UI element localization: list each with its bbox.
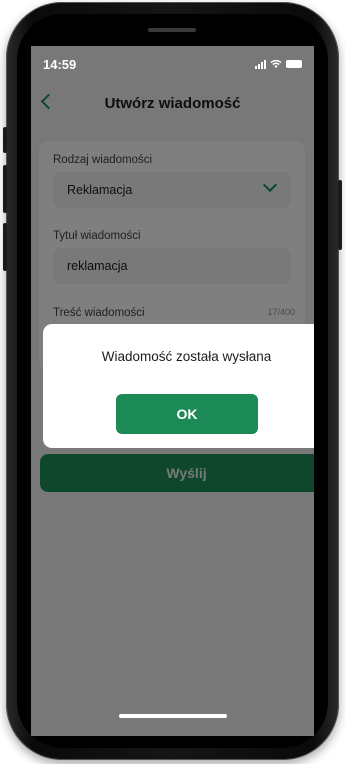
speaker bbox=[148, 28, 196, 32]
screen: Utwórz wiadomość Rodzaj wiadomości Rekla… bbox=[31, 46, 314, 736]
side-button bbox=[3, 165, 7, 213]
side-button bbox=[3, 223, 7, 271]
side-button bbox=[3, 127, 7, 153]
power-button bbox=[338, 180, 342, 250]
status-bar: 14:59 bbox=[31, 46, 314, 80]
wifi-icon bbox=[270, 59, 282, 68]
status-icons bbox=[255, 58, 302, 70]
battery-icon bbox=[286, 60, 302, 68]
home-indicator[interactable] bbox=[119, 714, 227, 718]
status-time: 14:59 bbox=[43, 57, 77, 72]
dialog-message: Wiadomość została wysłana bbox=[101, 349, 272, 364]
confirmation-dialog: Wiadomość została wysłana OK bbox=[43, 324, 314, 448]
ok-button[interactable]: OK bbox=[116, 394, 258, 434]
signal-icon bbox=[255, 59, 266, 69]
